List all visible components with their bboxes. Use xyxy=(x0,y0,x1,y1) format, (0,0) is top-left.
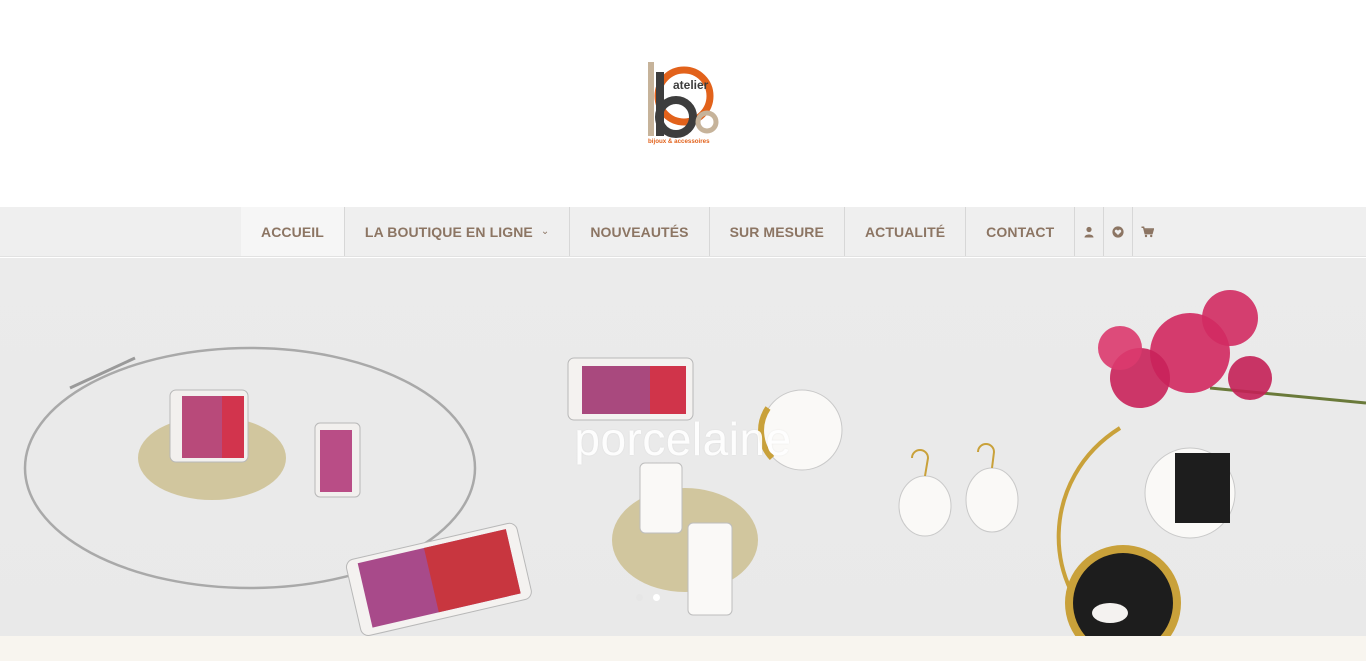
account-button[interactable] xyxy=(1075,207,1105,256)
logo-graphic: atelier bijoux & accessoires xyxy=(648,62,719,145)
nav-label-actualite: ACTUALITÉ xyxy=(864,223,946,240)
slider-dot-1[interactable] xyxy=(636,594,643,601)
cart-button[interactable] xyxy=(1133,207,1161,256)
main-navigation: ACCUEIL LA BOUTIQUE EN LIGNE ⌄ NOUVEAUTÉS… xyxy=(0,207,1366,257)
nav-item-actualite[interactable]: ACTUALITÉ xyxy=(845,207,967,256)
nav-label-nouveautes: NOUVEAUTÉS xyxy=(590,223,689,240)
nav-item-accueil[interactable]: ACCUEIL xyxy=(241,207,345,256)
nav-label-accueil: ACCUEIL xyxy=(261,223,324,240)
page-content-band xyxy=(0,636,1366,661)
hero-title: porcelaine xyxy=(574,413,792,465)
nav-item-nouveautes[interactable]: NOUVEAUTÉS xyxy=(570,207,710,256)
slider-dot-2[interactable] xyxy=(653,594,660,601)
nav-item-boutique[interactable]: LA BOUTIQUE EN LIGNE ⌄ xyxy=(345,207,571,256)
site-header: atelier bijoux & accessoires xyxy=(0,0,1366,207)
wishlist-button[interactable] xyxy=(1104,207,1134,256)
nav-item-contact[interactable]: CONTACT xyxy=(966,207,1076,256)
gold-disc-center xyxy=(612,488,758,592)
site-logo[interactable]: atelier bijoux & accessoires xyxy=(643,58,725,150)
user-icon xyxy=(1084,226,1094,237)
logo-word-top: atelier xyxy=(673,78,709,92)
logo-word-bottom: bijoux & accessoires xyxy=(648,138,710,145)
nav-label-contact: CONTACT xyxy=(986,223,1055,240)
heart-icon xyxy=(1112,225,1124,238)
nav-label-sur-mesure: SUR MESURE xyxy=(729,223,824,240)
chevron-down-icon: ⌄ xyxy=(540,226,550,237)
slider-dots xyxy=(636,594,660,601)
nav-item-sur-mesure[interactable]: SUR MESURE xyxy=(710,207,845,256)
nav-list: ACCUEIL LA BOUTIQUE EN LIGNE ⌄ NOUVEAUTÉS… xyxy=(241,207,1161,256)
nav-label-boutique: LA BOUTIQUE EN LIGNE xyxy=(364,223,533,240)
cart-icon xyxy=(1141,225,1154,237)
